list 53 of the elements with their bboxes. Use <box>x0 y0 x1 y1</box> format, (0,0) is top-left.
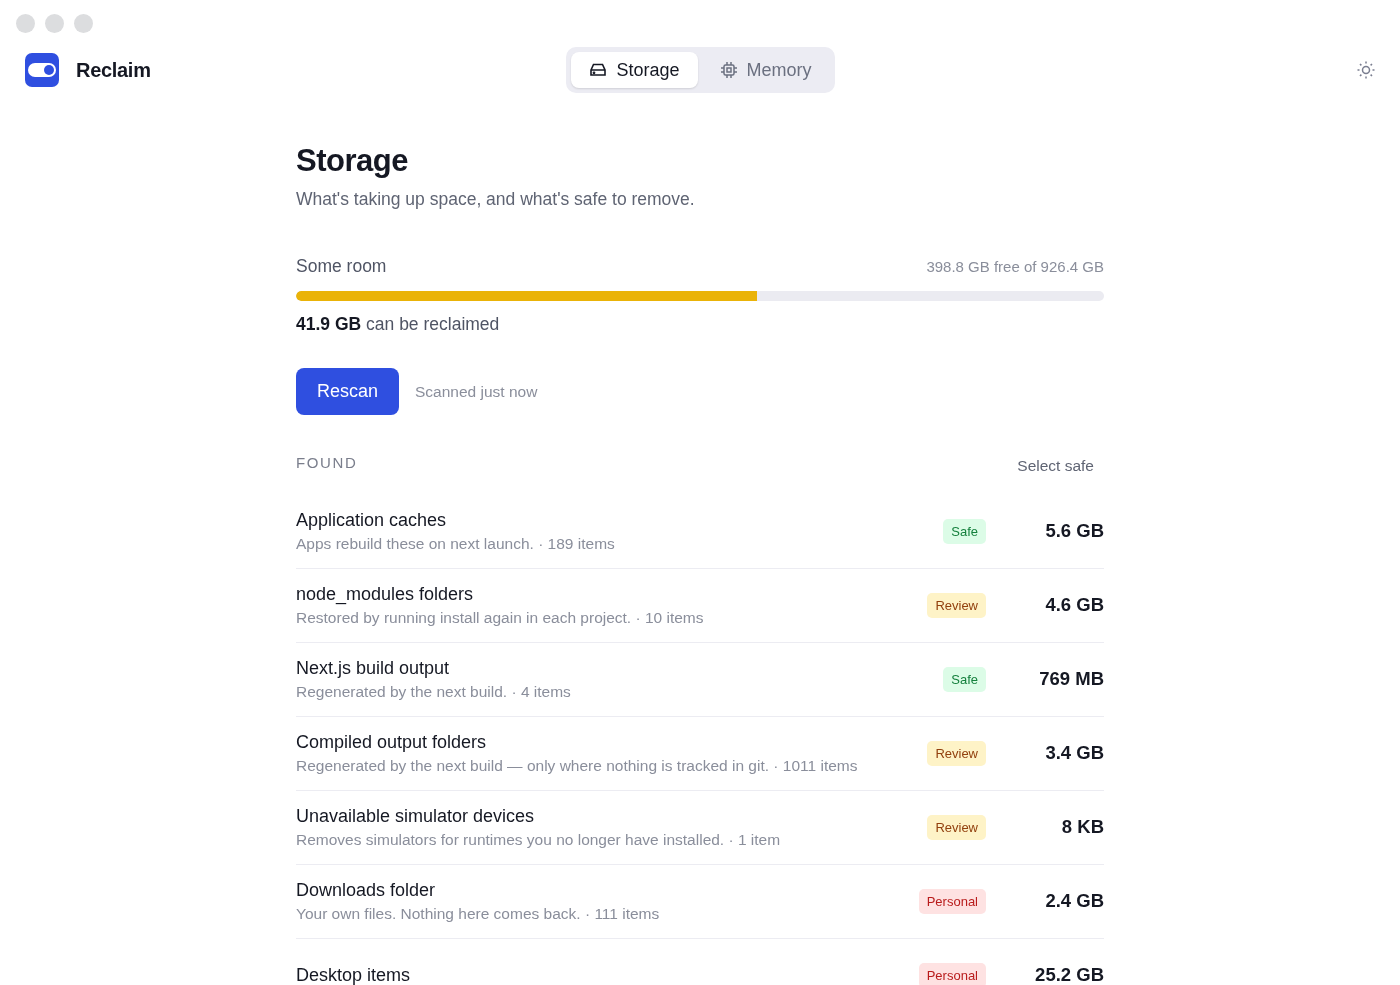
item-name: node_modules folders <box>296 583 475 605</box>
window-control[interactable] <box>16 14 35 33</box>
status-tag: Personal <box>918 962 986 985</box>
item-description: Your own files. Nothing here comes back. · 111 items <box>296 904 661 923</box>
item-name: Next.js build output <box>296 657 451 679</box>
status-tag: Safe <box>943 518 986 544</box>
status-tag: Review <box>927 740 986 766</box>
item-row[interactable]: Compiled output folders Regenerated by the next build — only where nothing is tracked in git. · 1011 items Review 3.4 GB <box>296 717 1104 791</box>
section-heading: FOUND <box>296 453 358 471</box>
item-name: Desktop items <box>296 964 412 985</box>
page-subtitle: What's taking up space, and what's safe to remove. <box>296 189 696 210</box>
scan-status: Scanned just now <box>415 382 538 401</box>
item-description: Removes simulators for runtimes you no longer have installed. · 1 item <box>296 830 782 849</box>
item-name: Downloads folder <box>296 879 437 901</box>
item-row[interactable]: node_modules folders Restored by running install again in each project. · 10 items Review 4.6 GB <box>296 569 1104 643</box>
item-name: Compiled output folders <box>296 731 488 753</box>
item-size: 3.4 GB <box>1044 742 1104 764</box>
drive-icon <box>589 62 608 78</box>
item-name: Unavailable simulator devices <box>296 805 536 827</box>
item-size: 4.6 GB <box>1044 594 1104 616</box>
status-tag: Review <box>927 814 986 840</box>
item-row[interactable]: Downloads folder Your own files. Nothing here comes back. · 111 items Personal 2.4 GB <box>296 865 1104 939</box>
item-name: Application caches <box>296 509 448 531</box>
item-size: 8 KB <box>1060 816 1104 838</box>
item-row[interactable]: Desktop items Personal 25.2 GB <box>296 939 1104 985</box>
item-description: Apps rebuild these on next launch. · 189 items <box>296 534 616 553</box>
item-size: 2.4 GB <box>1044 890 1104 912</box>
item-row[interactable]: Next.js build output Regenerated by the next build. · 4 items Safe 769 MB <box>296 643 1104 717</box>
item-description: Regenerated by the next build. · 4 items <box>296 682 572 701</box>
window-control[interactable] <box>74 14 93 33</box>
item-description: Restored by running install again in each project. · 10 items <box>296 608 705 627</box>
item-row[interactable]: Unavailable simulator devices Removes simulators for runtimes you no longer have installed. · 1 item Review 8 KB <box>296 791 1104 865</box>
usage-label: Some room <box>296 256 387 277</box>
toggle-logo-icon <box>25 53 59 87</box>
status-tag: Personal <box>918 888 986 914</box>
window-control[interactable] <box>45 14 64 33</box>
item-size: 25.2 GB <box>1034 964 1104 985</box>
select-safe-link[interactable]: Select safe <box>1017 449 1104 475</box>
item-description: Regenerated by the next build — only where nothing is tracked in git. · 1011 items <box>296 756 859 775</box>
usage-reading: 398.8 GB free of 926.4 GB <box>926 258 1104 275</box>
item-row[interactable]: Application caches Apps rebuild these on next launch. · 189 items Safe 5.6 GB <box>296 495 1104 569</box>
status-tag: Review <box>927 592 986 618</box>
status-tag: Safe <box>943 666 986 692</box>
tab[interactable]: Memory <box>701 52 830 88</box>
page-title: Storage <box>296 143 409 179</box>
item-size: 769 MB <box>1038 668 1104 690</box>
sun-icon[interactable] <box>1356 60 1376 80</box>
rescan-button[interactable]: Rescan <box>296 368 400 415</box>
app-name: Reclaim <box>76 58 151 82</box>
reclaim-summary: 41.9 GB can be reclaimed <box>296 314 501 335</box>
chip-icon <box>719 61 738 79</box>
tab[interactable]: Storage <box>571 52 698 88</box>
item-size: 5.6 GB <box>1044 520 1104 542</box>
